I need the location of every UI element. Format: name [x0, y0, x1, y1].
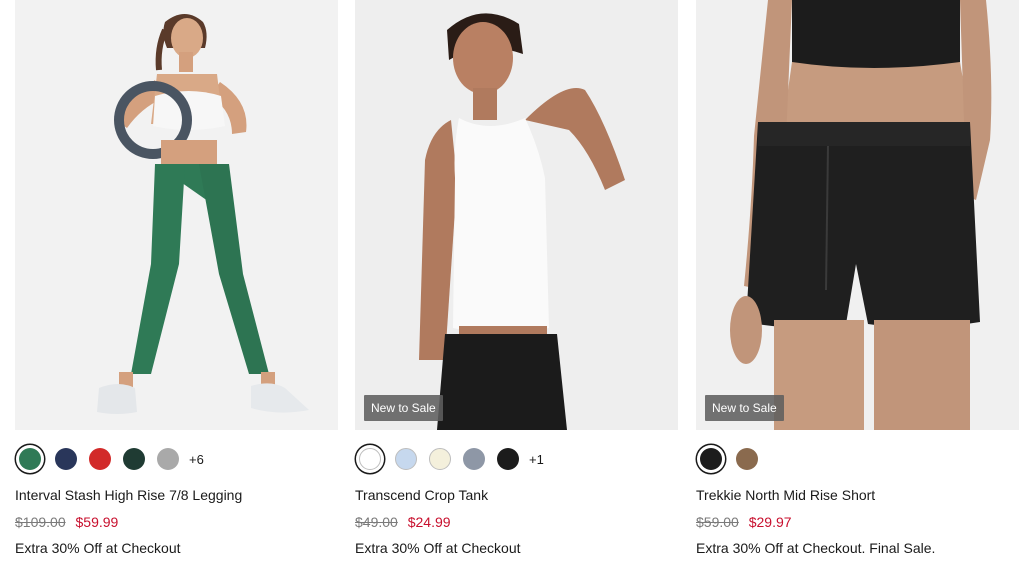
product-image-crop-tank[interactable]: New to Sale	[355, 0, 678, 430]
promo-text: Extra 30% Off at Checkout. Final Sale.	[696, 540, 936, 556]
short-photo-illustration	[696, 0, 1019, 430]
sale-price: $24.99	[407, 514, 451, 530]
product-card[interactable]: New to Sale +1 Transcend Crop Tank $49.0…	[355, 0, 678, 570]
swatch-cream[interactable]	[429, 448, 451, 470]
swatch-dark-green[interactable]	[123, 448, 145, 470]
product-card[interactable]: +6 Interval Stash High Rise 7/8 Legging …	[15, 0, 338, 570]
color-swatches: +6	[15, 444, 204, 474]
swatch-green[interactable]	[19, 448, 41, 470]
color-swatches: +1	[355, 444, 544, 474]
original-price: $49.00	[355, 514, 398, 530]
product-card[interactable]: New to Sale Trekkie North Mid Rise Short…	[696, 0, 1019, 570]
legging-photo-illustration	[15, 0, 338, 430]
product-image-short[interactable]: New to Sale	[696, 0, 1019, 430]
price-block: $109.00 $59.99	[15, 513, 118, 531]
promo-text: Extra 30% Off at Checkout	[15, 540, 181, 556]
swatch-slate[interactable]	[463, 448, 485, 470]
more-colors-link[interactable]: +1	[529, 452, 544, 467]
new-to-sale-badge: New to Sale	[705, 395, 784, 421]
product-name[interactable]: Interval Stash High Rise 7/8 Legging	[15, 486, 242, 504]
swatch-brown[interactable]	[736, 448, 758, 470]
original-price: $109.00	[15, 514, 66, 530]
swatch-black[interactable]	[700, 448, 722, 470]
swatch-light-blue[interactable]	[395, 448, 417, 470]
product-name[interactable]: Trekkie North Mid Rise Short	[696, 486, 875, 504]
swatch-white[interactable]	[359, 448, 381, 470]
original-price: $59.00	[696, 514, 739, 530]
product-name[interactable]: Transcend Crop Tank	[355, 486, 488, 504]
swatch-red[interactable]	[89, 448, 111, 470]
more-colors-link[interactable]: +6	[189, 452, 204, 467]
color-swatches	[696, 444, 770, 474]
product-grid: +6 Interval Stash High Rise 7/8 Legging …	[0, 0, 1024, 570]
price-block: $49.00 $24.99	[355, 513, 451, 531]
new-to-sale-badge: New to Sale	[364, 395, 443, 421]
sale-price: $59.99	[75, 514, 119, 530]
product-image-legging[interactable]	[15, 0, 338, 430]
crop-tank-photo-illustration	[355, 0, 678, 430]
sale-price: $29.97	[748, 514, 792, 530]
promo-text: Extra 30% Off at Checkout	[355, 540, 521, 556]
swatch-navy[interactable]	[55, 448, 77, 470]
swatch-black[interactable]	[497, 448, 519, 470]
swatch-grey[interactable]	[157, 448, 179, 470]
price-block: $59.00 $29.97	[696, 513, 792, 531]
